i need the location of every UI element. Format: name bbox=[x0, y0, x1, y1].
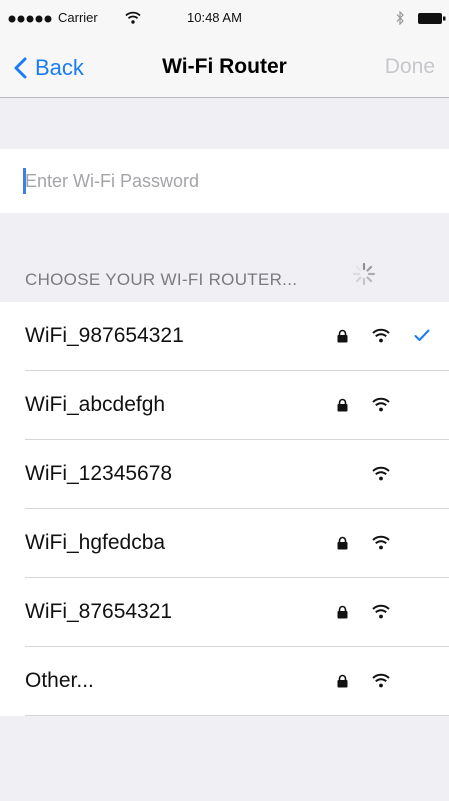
wifi-icon bbox=[125, 11, 141, 24]
wifi-signal-icon bbox=[372, 397, 390, 412]
lock-icon bbox=[337, 605, 348, 619]
wifi-signal-icon bbox=[372, 604, 390, 619]
status-bar: Carrier 10:48 AM bbox=[0, 0, 449, 40]
row-separator bbox=[25, 715, 449, 716]
bluetooth-icon bbox=[396, 11, 404, 25]
status-time: 10:48 AM bbox=[187, 10, 242, 25]
network-row[interactable]: WiFi_hgfedcba bbox=[0, 509, 449, 578]
navigation-bar: Back Wi-Fi Router Done bbox=[0, 40, 449, 98]
loading-spinner-icon bbox=[352, 262, 376, 286]
signal-dots-icon bbox=[8, 15, 52, 23]
lock-icon bbox=[337, 398, 348, 412]
network-row[interactable]: Other... bbox=[0, 647, 449, 716]
lock-icon bbox=[337, 329, 348, 343]
wifi-signal-icon bbox=[372, 328, 390, 343]
password-row bbox=[0, 149, 449, 213]
network-name: WiFi_987654321 bbox=[25, 324, 184, 347]
wifi-signal-icon bbox=[372, 466, 390, 481]
network-name: WiFi_12345678 bbox=[25, 462, 173, 485]
network-row[interactable]: WiFi_12345678 bbox=[0, 440, 449, 509]
network-name: Other... bbox=[25, 669, 94, 692]
network-name: WiFi_abcdefgh bbox=[25, 393, 166, 416]
lock-icon bbox=[337, 674, 348, 688]
checkmark-icon bbox=[414, 329, 430, 341]
section-header: CHOOSE YOUR WI-FI ROUTER... bbox=[25, 270, 298, 289]
network-name: WiFi_87654321 bbox=[25, 600, 173, 623]
page-title: Wi-Fi Router bbox=[162, 55, 287, 78]
network-list: WiFi_987654321 WiFi_abcdefgh WiFi_12345678… bbox=[0, 302, 449, 716]
carrier-label: Carrier bbox=[58, 10, 98, 25]
network-name: WiFi_hgfedcba bbox=[25, 531, 166, 554]
wifi-password-input[interactable] bbox=[25, 163, 425, 199]
wifi-signal-icon bbox=[372, 673, 390, 688]
network-row[interactable]: WiFi_87654321 bbox=[0, 578, 449, 647]
network-row[interactable]: WiFi_987654321 bbox=[0, 302, 449, 371]
lock-icon bbox=[337, 536, 348, 550]
wifi-signal-icon bbox=[372, 535, 390, 550]
done-button[interactable]: Done bbox=[385, 55, 435, 79]
network-row[interactable]: WiFi_abcdefgh bbox=[0, 371, 449, 440]
battery-icon bbox=[418, 13, 446, 24]
